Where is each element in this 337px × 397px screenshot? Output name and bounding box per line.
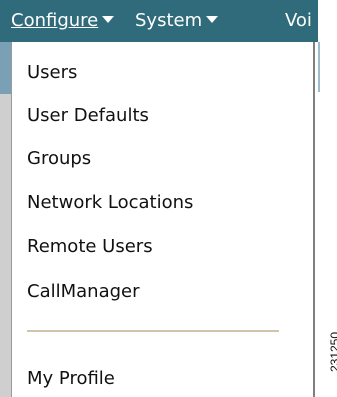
menu-system-label: System bbox=[135, 10, 203, 31]
menu-item-groups[interactable]: Groups bbox=[27, 148, 91, 170]
menu-item-user-defaults[interactable]: User Defaults bbox=[27, 105, 149, 127]
menu-configure-label: Configure bbox=[11, 10, 99, 31]
menubar: Configure System Voi bbox=[0, 0, 318, 42]
menu-voice-label: Voi bbox=[285, 10, 312, 31]
menu-item-network-locations[interactable]: Network Locations bbox=[27, 192, 193, 214]
figure-id: 231250 bbox=[328, 331, 337, 373]
caret-down-icon bbox=[206, 16, 219, 23]
menu-item-users[interactable]: Users bbox=[27, 62, 77, 84]
menu-separator bbox=[27, 330, 279, 332]
menu-item-my-profile[interactable]: My Profile bbox=[27, 368, 115, 390]
menu-item-callmanager[interactable]: CallManager bbox=[27, 281, 140, 303]
menu-item-remote-users[interactable]: Remote Users bbox=[27, 236, 153, 258]
background-page-header bbox=[0, 42, 11, 94]
menu-voice[interactable]: Voi bbox=[285, 10, 312, 32]
background-page-left bbox=[0, 42, 11, 397]
caret-down-icon bbox=[102, 16, 115, 23]
configure-dropdown-menu: Users User Defaults Groups Network Locat… bbox=[11, 42, 315, 397]
menu-system[interactable]: System bbox=[135, 10, 219, 32]
background-page-header-right bbox=[318, 42, 320, 92]
menu-configure[interactable]: Configure bbox=[11, 10, 115, 32]
